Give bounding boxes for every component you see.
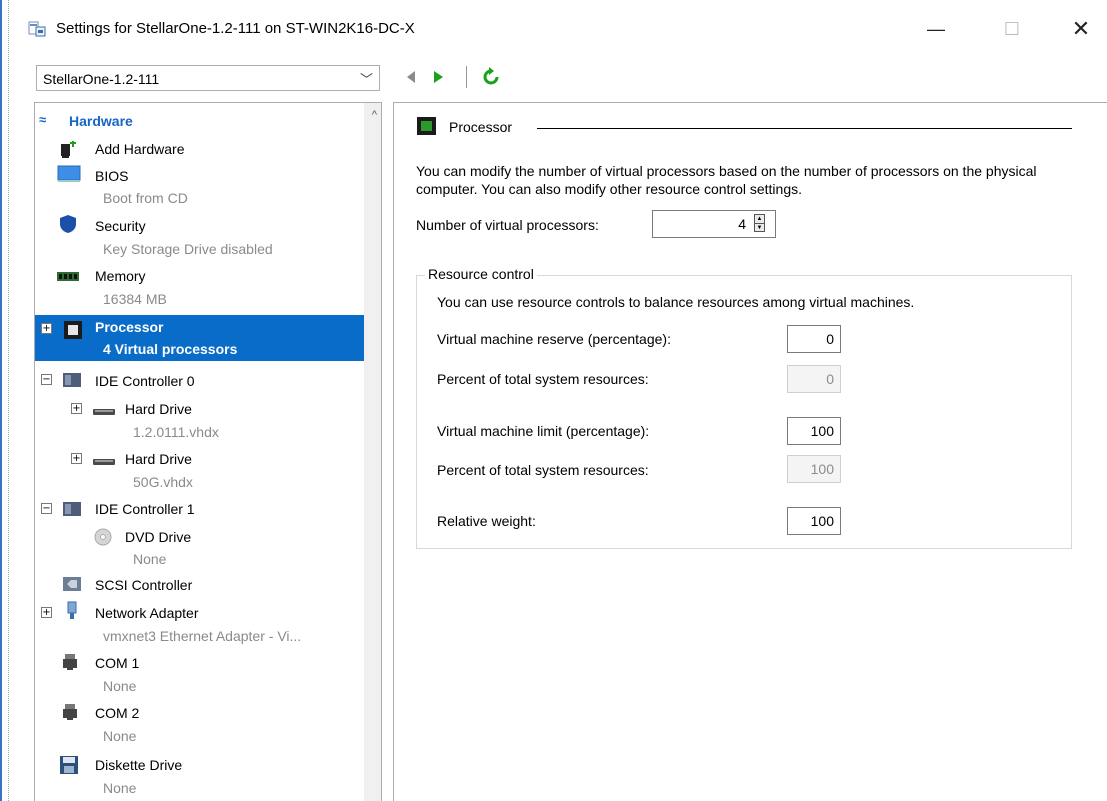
tree-item-add-hardware[interactable]: Add Hardware bbox=[95, 141, 185, 157]
tree-item-security-detail: Key Storage Drive disabled bbox=[103, 241, 273, 257]
processor-description: You can modify the number of virtual pro… bbox=[416, 163, 1037, 197]
scroll-up-icon[interactable]: ^ bbox=[372, 109, 377, 121]
refresh-icon[interactable] bbox=[481, 66, 501, 88]
resource-control-description: You can use resource controls to balance… bbox=[437, 294, 915, 310]
hard-drive-icon bbox=[93, 409, 115, 415]
com-port-icon bbox=[63, 704, 77, 720]
tree-item-bios[interactable]: BIOS bbox=[95, 168, 128, 184]
vp-count-label: Number of virtual processors: bbox=[416, 217, 599, 233]
tree-scrollbar[interactable]: ^ bbox=[364, 103, 381, 801]
tree-item-com1-detail: None bbox=[103, 678, 137, 694]
vp-count-stepper[interactable]: ▲ ▼ bbox=[754, 214, 765, 232]
processor-icon bbox=[64, 321, 82, 339]
tree-item-ide-controller-1[interactable]: IDE Controller 1 bbox=[95, 501, 195, 517]
tree-item-processor: Processor bbox=[95, 319, 164, 335]
spin-down-icon[interactable]: ▼ bbox=[755, 223, 764, 231]
expand-icon[interactable]: + bbox=[41, 323, 52, 334]
tree-item-ide-controller-0[interactable]: IDE Controller 0 bbox=[95, 373, 195, 389]
window-title: Settings for StellarOne-1.2-111 on ST-WI… bbox=[56, 20, 415, 37]
reserve-total-value: 0 bbox=[787, 365, 841, 393]
tree-item-hard-drive-1-detail: 1.2.0111.vhdx bbox=[133, 424, 219, 440]
weight-label: Relative weight: bbox=[437, 513, 536, 529]
collapse-icon[interactable]: − bbox=[41, 503, 52, 514]
settings-app-icon bbox=[28, 21, 46, 37]
title-bar: Settings for StellarOne-1.2-111 on ST-WI… bbox=[10, 0, 1107, 58]
tree-item-memory[interactable]: Memory bbox=[95, 268, 146, 284]
resource-control-group bbox=[416, 275, 1072, 549]
com-port-icon bbox=[63, 654, 77, 670]
reserve-label: Virtual machine reserve (percentage): bbox=[437, 331, 671, 347]
maximize-button[interactable]: ☐ bbox=[989, 12, 1035, 46]
tree-item-scsi-controller[interactable]: SCSI Controller bbox=[95, 577, 192, 593]
ide-controller-icon bbox=[63, 502, 81, 516]
tree-item-network-adapter-detail: vmxnet3 Ethernet Adapter - Vi... bbox=[103, 628, 302, 644]
memory-icon bbox=[57, 272, 79, 281]
tree-item-memory-detail: 16384 MB bbox=[103, 291, 167, 307]
collapse-icon[interactable]: − bbox=[41, 374, 52, 385]
hardware-tree[interactable]: ≈ Hardware Add Hardware BIOS Boot from C… bbox=[34, 102, 382, 801]
tree-item-hard-drive-1[interactable]: Hard Drive bbox=[125, 401, 192, 417]
bios-icon bbox=[57, 165, 81, 182]
tree-item-bios-detail: Boot from CD bbox=[103, 190, 188, 206]
network-adapter-icon bbox=[67, 601, 77, 619]
diskette-icon bbox=[60, 756, 78, 774]
tree-item-processor-detail: 4 Virtual processors bbox=[103, 341, 238, 357]
ide-controller-icon bbox=[63, 373, 81, 387]
limit-label: Virtual machine limit (percentage): bbox=[437, 423, 650, 439]
reserve-input[interactable]: 0 bbox=[787, 325, 841, 353]
vm-select-dropdown[interactable]: StellarOne-1.2-111 ﹀ bbox=[36, 65, 380, 91]
limit-total-value: 100 bbox=[787, 455, 841, 483]
section-divider bbox=[537, 128, 1072, 129]
vp-count-input[interactable]: 4 bbox=[652, 210, 752, 238]
tree-item-com2[interactable]: COM 2 bbox=[95, 705, 139, 721]
tree-item-diskette-drive[interactable]: Diskette Drive bbox=[95, 757, 182, 773]
tree-section-hardware[interactable]: Hardware bbox=[69, 113, 133, 129]
tree-item-com2-detail: None bbox=[103, 728, 137, 744]
back-arrow-icon[interactable] bbox=[403, 67, 417, 87]
resource-control-title: Resource control bbox=[425, 266, 537, 282]
tree-item-processor-row[interactable]: + Processor 4 Virtual processors bbox=[35, 315, 366, 361]
limit-total-label: Percent of total system resources: bbox=[437, 462, 649, 478]
limit-input[interactable]: 100 bbox=[787, 417, 841, 445]
hard-drive-icon bbox=[93, 459, 115, 465]
spin-up-icon[interactable]: ▲ bbox=[755, 215, 764, 223]
tree-item-diskette-drive-detail: None bbox=[103, 780, 137, 796]
expand-icon[interactable]: + bbox=[71, 403, 82, 414]
tree-item-security[interactable]: Security bbox=[95, 218, 146, 234]
reserve-total-label: Percent of total system resources: bbox=[437, 371, 649, 387]
expand-icon[interactable]: + bbox=[41, 607, 52, 618]
toolbar-separator bbox=[466, 66, 467, 88]
tree-item-com1[interactable]: COM 1 bbox=[95, 655, 139, 671]
tree-item-dvd-drive-detail: None bbox=[133, 551, 167, 567]
chevron-down-icon: ﹀ bbox=[359, 72, 373, 87]
weight-input[interactable]: 100 bbox=[787, 507, 841, 535]
add-hardware-icon bbox=[61, 141, 76, 158]
section-heading-processor: Processor bbox=[449, 119, 513, 135]
vm-select-value: StellarOne-1.2-111 bbox=[43, 71, 160, 87]
processor-icon bbox=[417, 117, 436, 135]
tree-item-hard-drive-2[interactable]: Hard Drive bbox=[125, 451, 192, 467]
left-edge-accent bbox=[0, 0, 2, 801]
collapse-up-icon[interactable]: ≈ bbox=[39, 112, 46, 127]
dvd-drive-icon bbox=[94, 528, 112, 546]
expand-icon[interactable]: + bbox=[71, 453, 82, 464]
close-button[interactable]: ✕ bbox=[1058, 12, 1104, 46]
minimize-button[interactable]: — bbox=[913, 12, 959, 46]
tree-item-hard-drive-2-detail: 50G.vhdx bbox=[133, 474, 193, 490]
left-edge-guide bbox=[8, 0, 9, 801]
tree-item-network-adapter[interactable]: Network Adapter bbox=[95, 605, 199, 621]
scsi-controller-icon bbox=[63, 577, 81, 591]
shield-icon bbox=[60, 215, 76, 233]
forward-arrow-icon[interactable] bbox=[432, 67, 446, 87]
tree-item-dvd-drive[interactable]: DVD Drive bbox=[125, 529, 191, 545]
